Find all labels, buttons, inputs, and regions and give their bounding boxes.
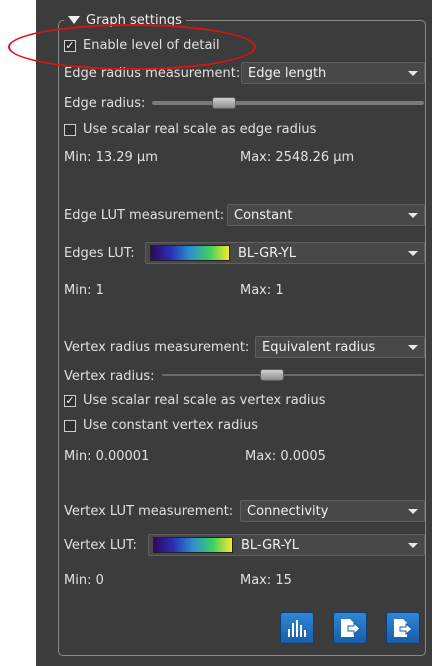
- edge-lut-measurement-label: Edge LUT measurement:: [64, 208, 225, 223]
- lut-gradient-swatch: [153, 537, 233, 553]
- edges-lut-label: Edges LUT:: [64, 246, 135, 261]
- edge-lut-measurement-value: Constant: [234, 207, 293, 223]
- edge-radius-label: Edge radius:: [64, 96, 146, 111]
- collapse-triangle-icon[interactable]: [68, 16, 80, 24]
- vertex-lut-measurement-select[interactable]: Connectivity: [240, 500, 425, 522]
- vertex-radius-measurement-value: Equivalent radius: [262, 339, 376, 355]
- vertex-radius-measurement-label: Vertex radius measurement:: [64, 340, 250, 355]
- histogram-icon: [288, 620, 306, 637]
- constant-vertex-radius-label: Use constant vertex radius: [83, 418, 258, 433]
- vertex-lut-measurement-label: Vertex LUT measurement:: [64, 504, 234, 519]
- vertex-radius-min: Min: 0.00001: [64, 449, 150, 464]
- edges-lut-select[interactable]: BL-GR-YL: [145, 242, 425, 264]
- histogram-button[interactable]: [280, 612, 314, 644]
- edge-lut-measurement-select[interactable]: Constant: [227, 204, 425, 226]
- edge-radius-measurement-select[interactable]: Edge length: [241, 62, 425, 84]
- edge-radius-slider-thumb[interactable]: [212, 97, 236, 109]
- vertex-radius-slider-track[interactable]: [162, 374, 424, 376]
- edge-scalar-radius-label: Use scalar real scale as edge radius: [83, 122, 317, 137]
- chevron-down-icon: [408, 509, 418, 514]
- chevron-down-icon: [408, 213, 418, 218]
- chevron-down-icon: [408, 345, 418, 350]
- vertex-radius-slider-thumb[interactable]: [260, 369, 284, 381]
- constant-vertex-radius-checkbox[interactable]: Use constant vertex radius: [64, 418, 258, 433]
- edge-radius-measurement-value: Edge length: [248, 65, 327, 81]
- edge-scalar-radius-checkbox[interactable]: Use scalar real scale as edge radius: [64, 122, 316, 137]
- export-button[interactable]: [333, 612, 367, 644]
- export-alt-button[interactable]: [386, 612, 420, 644]
- vertex-scalar-radius-label: Use scalar real scale as vertex radius: [83, 393, 326, 408]
- edge-radius-slider-track[interactable]: [152, 101, 424, 105]
- export-icon: [341, 619, 361, 637]
- checkbox-unchecked-icon[interactable]: [64, 123, 76, 136]
- vertex-lut-select[interactable]: BL-GR-YL: [148, 534, 425, 556]
- checkbox-checked-icon[interactable]: ✓: [64, 394, 76, 407]
- checkbox-unchecked-icon[interactable]: [64, 419, 76, 432]
- edges-lut-value: BL-GR-YL: [238, 245, 297, 261]
- chevron-down-icon: [408, 71, 418, 76]
- vertex-lut-value: BL-GR-YL: [241, 537, 300, 553]
- vertex-lut-max: Max: 15: [240, 573, 292, 588]
- vertex-radius-max: Max: 0.0005: [245, 449, 326, 464]
- chevron-down-icon: [408, 543, 418, 548]
- edge-radius-max: Max: 2548.26 μm: [240, 150, 355, 165]
- highlight-annotation: [8, 24, 256, 70]
- edge-lut-max: Max: 1: [240, 283, 284, 298]
- edge-radius-min: Min: 13.29 μm: [64, 150, 158, 165]
- chevron-down-icon: [408, 251, 418, 256]
- vertex-lut-measurement-value: Connectivity: [247, 503, 329, 519]
- export-alt-icon: [394, 619, 413, 637]
- vertex-lut-label: Vertex LUT:: [64, 538, 137, 553]
- edge-lut-min: Min: 1: [64, 283, 104, 298]
- vertex-scalar-radius-checkbox[interactable]: ✓ Use scalar real scale as vertex radius: [64, 393, 326, 408]
- vertex-radius-label: Vertex radius:: [64, 369, 155, 384]
- vertex-lut-min: Min: 0: [64, 573, 104, 588]
- lut-gradient-swatch: [150, 245, 230, 261]
- vertex-radius-measurement-select[interactable]: Equivalent radius: [255, 336, 425, 358]
